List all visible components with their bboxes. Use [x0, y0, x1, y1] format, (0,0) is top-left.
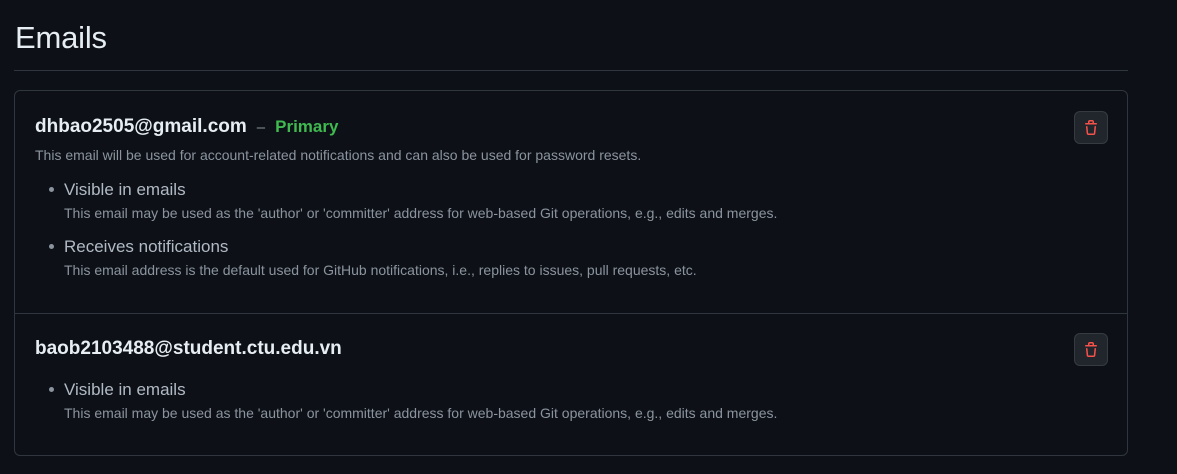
email-header: baob2103488@student.ctu.edu.vn — [35, 338, 342, 360]
email-entry-primary: dhbao2505@gmail.com – Primary This email… — [15, 91, 1127, 314]
list-item: Receives notifications This email addres… — [45, 237, 777, 280]
title-divider — [14, 70, 1128, 71]
delete-email-button[interactable] — [1074, 111, 1108, 144]
list-item: Visible in emails This email may be used… — [45, 380, 777, 423]
primary-description: This email will be used for account-rela… — [35, 147, 642, 163]
bullet-icon — [49, 187, 54, 192]
delete-email-button[interactable] — [1074, 333, 1108, 366]
trash-icon — [1085, 341, 1097, 357]
email-address: baob2103488@student.ctu.edu.vn — [35, 338, 342, 359]
property-title: Receives notifications — [64, 237, 229, 256]
email-list: dhbao2505@gmail.com – Primary This email… — [14, 90, 1128, 456]
email-header: dhbao2505@gmail.com – Primary — [35, 116, 338, 138]
emails-settings-page: Emails dhbao2505@gmail.com – Primary Thi… — [0, 0, 1177, 474]
email-entry-secondary: baob2103488@student.ctu.edu.vn Visible i… — [15, 314, 1127, 455]
bullet-icon — [49, 387, 54, 392]
property-description: This email may be used as the 'author' o… — [64, 205, 778, 221]
email-address: dhbao2505@gmail.com — [35, 116, 247, 137]
trash-icon — [1085, 119, 1097, 135]
property-title: Visible in emails — [64, 380, 186, 399]
property-title: Visible in emails — [64, 180, 186, 199]
email-properties: Visible in emails This email may be used… — [45, 380, 777, 437]
list-item: Visible in emails This email may be used… — [45, 180, 777, 223]
separator: – — [256, 119, 266, 136]
email-properties: Visible in emails This email may be used… — [45, 180, 777, 294]
bullet-icon — [49, 244, 54, 249]
primary-badge: Primary — [275, 117, 339, 136]
property-description: This email may be used as the 'author' o… — [64, 405, 778, 421]
property-description: This email address is the default used f… — [64, 262, 697, 278]
page-title: Emails — [15, 20, 107, 55]
